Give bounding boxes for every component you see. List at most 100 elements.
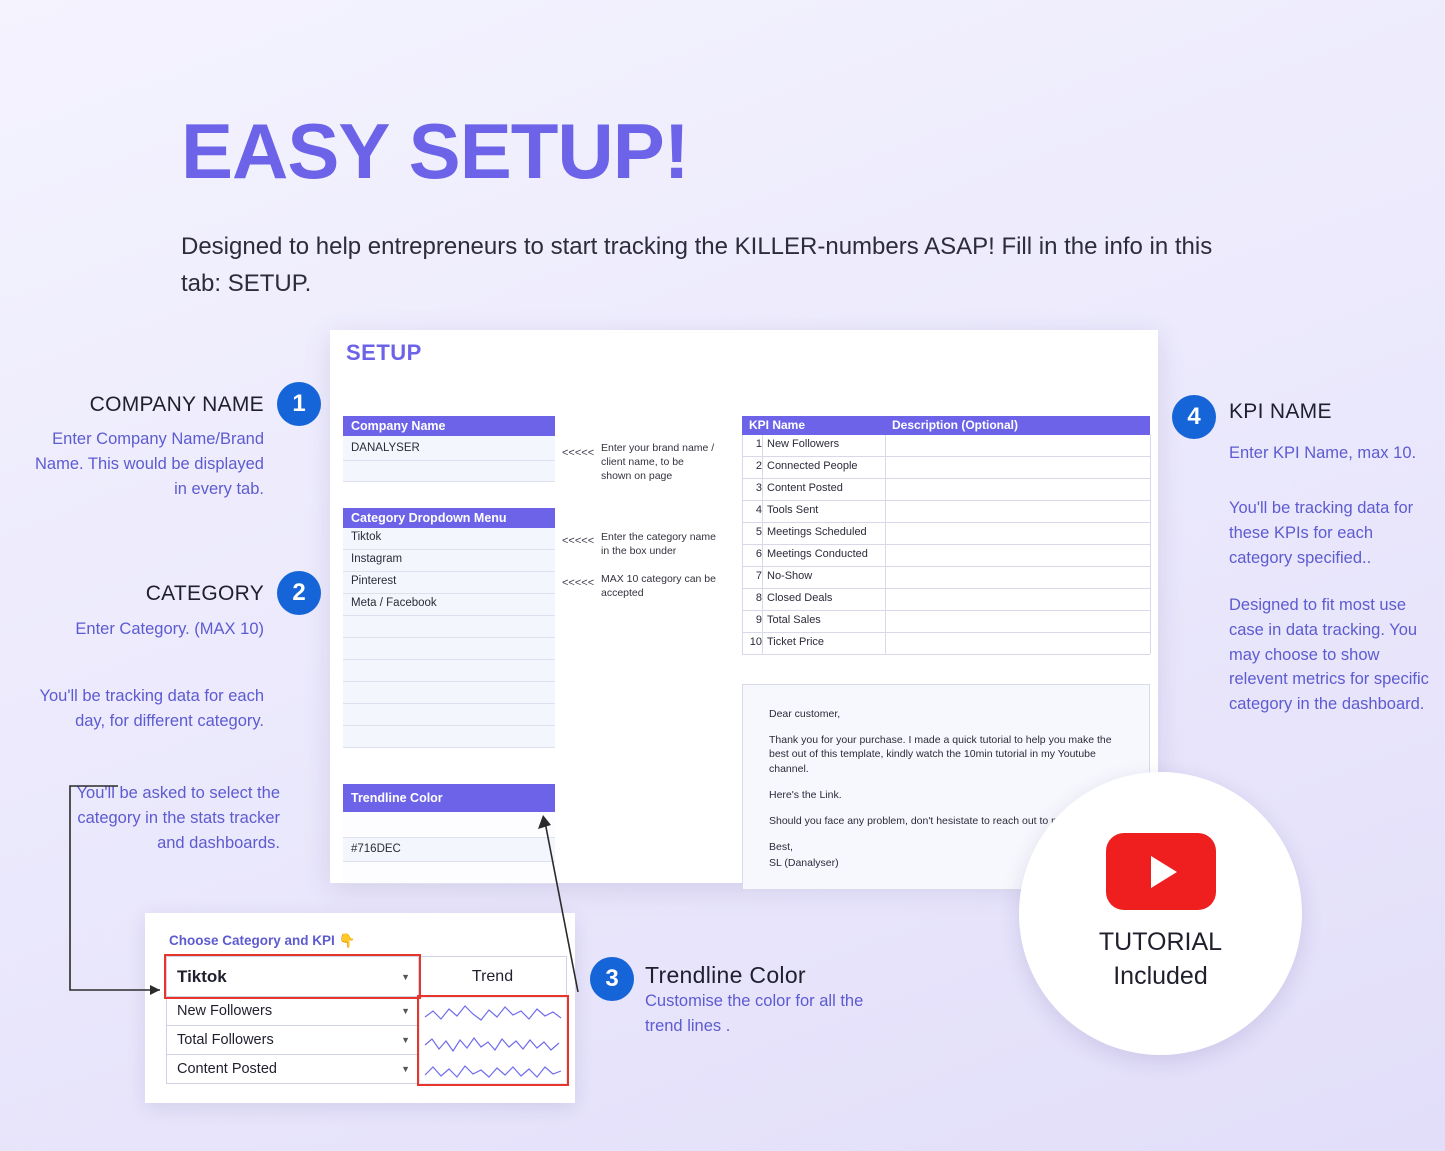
- kpi-divider: [742, 610, 1150, 611]
- kpi-row-name[interactable]: Meetings Conducted: [767, 548, 868, 560]
- letter-greeting: Dear customer,: [769, 708, 841, 720]
- annotation-body-4: Enter KPI Name, max 10.: [1229, 444, 1417, 462]
- trendline-spacer: [343, 812, 555, 838]
- arrow-marker-company: <<<<<: [562, 447, 595, 459]
- kpi-row-name[interactable]: Total Sales: [767, 614, 821, 626]
- annotation-body-2c: You'll be asked to select the category i…: [76, 784, 280, 852]
- note-category: Enter the category name in the box under: [601, 531, 716, 558]
- kpi-select-1-value: New Followers: [177, 1003, 273, 1019]
- annotation-title-3: Trendline Color: [645, 962, 806, 988]
- choose-category-title: Choose Category and KPI 👇: [169, 933, 355, 949]
- kpi-select-3-value: Content Posted: [177, 1061, 277, 1077]
- category-value-2[interactable]: Instagram: [343, 550, 555, 572]
- kpi-row-name[interactable]: Connected People: [767, 460, 858, 472]
- annotation-body-2: Enter Category. (MAX 10): [75, 620, 264, 638]
- sheet-body: Company Name DANALYSER <<<<< Enter your …: [330, 372, 1158, 890]
- chevron-down-icon[interactable]: ▼: [401, 1006, 410, 1016]
- annotation-title-4: KPI NAME: [1229, 400, 1332, 423]
- kpi-table-border-desc: [885, 435, 886, 654]
- kpi-row-number: 5: [755, 526, 762, 538]
- annotation-title-1: COMPANY NAME: [89, 393, 264, 416]
- annotation-title-2: CATEGORY: [145, 582, 264, 605]
- annotation-badge-4: 4: [1172, 395, 1216, 439]
- kpi-row-number: 8: [755, 592, 762, 604]
- kpi-row-number: 7: [755, 570, 762, 582]
- kpi-divider: [742, 522, 1150, 523]
- choose-category-panel: Choose Category and KPI 👇 Tiktok ▼ New F…: [145, 913, 575, 1103]
- kpi-row-number: 10: [749, 636, 762, 648]
- kpi-divider: [742, 566, 1150, 567]
- category-value-8[interactable]: [343, 682, 555, 704]
- kpi-row-name[interactable]: Meetings Scheduled: [767, 526, 867, 538]
- company-name-spacer: [343, 461, 555, 482]
- kpi-table-border-right: [1150, 435, 1151, 654]
- trend-sparkline-highlight: [417, 995, 569, 1086]
- kpi-row-name[interactable]: No-Show: [767, 570, 812, 582]
- kpi-divider: [742, 500, 1150, 501]
- company-name-value[interactable]: DANALYSER: [343, 436, 555, 461]
- annotation-body-4b: You'll be tracking data for these KPIs f…: [1229, 499, 1414, 567]
- category-value-9[interactable]: [343, 704, 555, 726]
- kpi-row-number: 1: [755, 438, 762, 450]
- kpi-name-header: KPI Name: [742, 416, 885, 435]
- arrow-marker-max: <<<<<: [562, 577, 595, 589]
- kpi-row-number: 6: [755, 548, 762, 560]
- category-value-5[interactable]: [343, 616, 555, 638]
- annotation-badge-3: 3: [590, 957, 634, 1001]
- kpi-select-3[interactable]: Content Posted ▼: [166, 1055, 419, 1084]
- page-subtitle: Designed to help entrepreneurs to start …: [181, 233, 1213, 298]
- choose-category-label: Choose Category and KPI: [169, 933, 335, 948]
- trend-column-header: Trend: [419, 956, 567, 997]
- note-company: Enter your brand name / client name, to …: [601, 442, 715, 483]
- kpi-select-2-value: Total Followers: [177, 1032, 274, 1048]
- letter-paragraph-1: Thank you for your purchase. I made a qu…: [769, 734, 1112, 775]
- youtube-play-icon: [1105, 833, 1216, 911]
- annotation-body-1: Enter Company Name/Brand Name. This woul…: [35, 430, 264, 498]
- category-value-10[interactable]: [343, 726, 555, 748]
- kpi-table-border-left: [742, 435, 743, 654]
- category-value-4[interactable]: Meta / Facebook: [343, 594, 555, 616]
- kpi-divider: [742, 456, 1150, 457]
- annotation-body-3: Customise the color for all the trend li…: [645, 992, 864, 1035]
- setup-sheet-panel: SETUP Company Name DANALYSER <<<<< Enter…: [330, 330, 1158, 890]
- letter-paragraph-2: Here's the Link.: [769, 788, 842, 801]
- kpi-row-name[interactable]: Ticket Price: [767, 636, 824, 648]
- category-value-1[interactable]: Tiktok: [343, 528, 555, 550]
- category-value-3[interactable]: Pinterest: [343, 572, 555, 594]
- category-value-7[interactable]: [343, 660, 555, 682]
- kpi-row-number: 3: [755, 482, 762, 494]
- tutorial-line-1: TUTORIAL: [1098, 928, 1223, 957]
- kpi-desc-header: Description (Optional): [885, 416, 1150, 435]
- kpi-row-name[interactable]: Content Posted: [767, 482, 843, 494]
- annotation-body-4c: Designed to fit most use case in data tr…: [1229, 596, 1429, 713]
- kpi-divider: [742, 544, 1150, 545]
- tutorial-line-2: Included: [1113, 962, 1208, 990]
- trendline-spacer-2: [343, 862, 555, 884]
- kpi-row-name[interactable]: Tools Sent: [767, 504, 818, 516]
- annotation-badge-1: 1: [277, 382, 321, 426]
- annotation-body-2b: You'll be tracking data for each day, fo…: [39, 687, 264, 730]
- sheet-title: SETUP: [346, 340, 422, 365]
- chevron-down-icon[interactable]: ▼: [401, 1064, 410, 1074]
- kpi-row-name[interactable]: Closed Deals: [767, 592, 832, 604]
- kpi-divider: [742, 654, 1150, 655]
- trendline-color-value[interactable]: #716DEC: [343, 838, 555, 862]
- annotation-badge-2: 2: [277, 571, 321, 615]
- kpi-divider: [742, 632, 1150, 633]
- kpi-divider: [742, 588, 1150, 589]
- tutorial-badge[interactable]: TUTORIAL Included: [1019, 772, 1302, 1055]
- kpi-row-name[interactable]: New Followers: [767, 438, 839, 450]
- category-dropdown-header: Category Dropdown Menu: [343, 508, 555, 528]
- note-max-category: MAX 10 category can be accepted: [601, 573, 716, 600]
- kpi-row-number: 9: [755, 614, 762, 626]
- company-name-header: Company Name: [343, 416, 555, 436]
- kpi-select-1[interactable]: New Followers ▼: [166, 997, 419, 1026]
- kpi-row-number: 2: [755, 460, 762, 472]
- kpi-divider: [742, 478, 1150, 479]
- trendline-color-header: Trendline Color: [343, 784, 555, 812]
- chevron-down-icon[interactable]: ▼: [401, 1035, 410, 1045]
- kpi-select-2[interactable]: Total Followers ▼: [166, 1026, 419, 1055]
- pointing-down-hand-icon: 👇: [338, 933, 356, 948]
- kpi-table-border-numcol: [762, 435, 763, 654]
- category-value-6[interactable]: [343, 638, 555, 660]
